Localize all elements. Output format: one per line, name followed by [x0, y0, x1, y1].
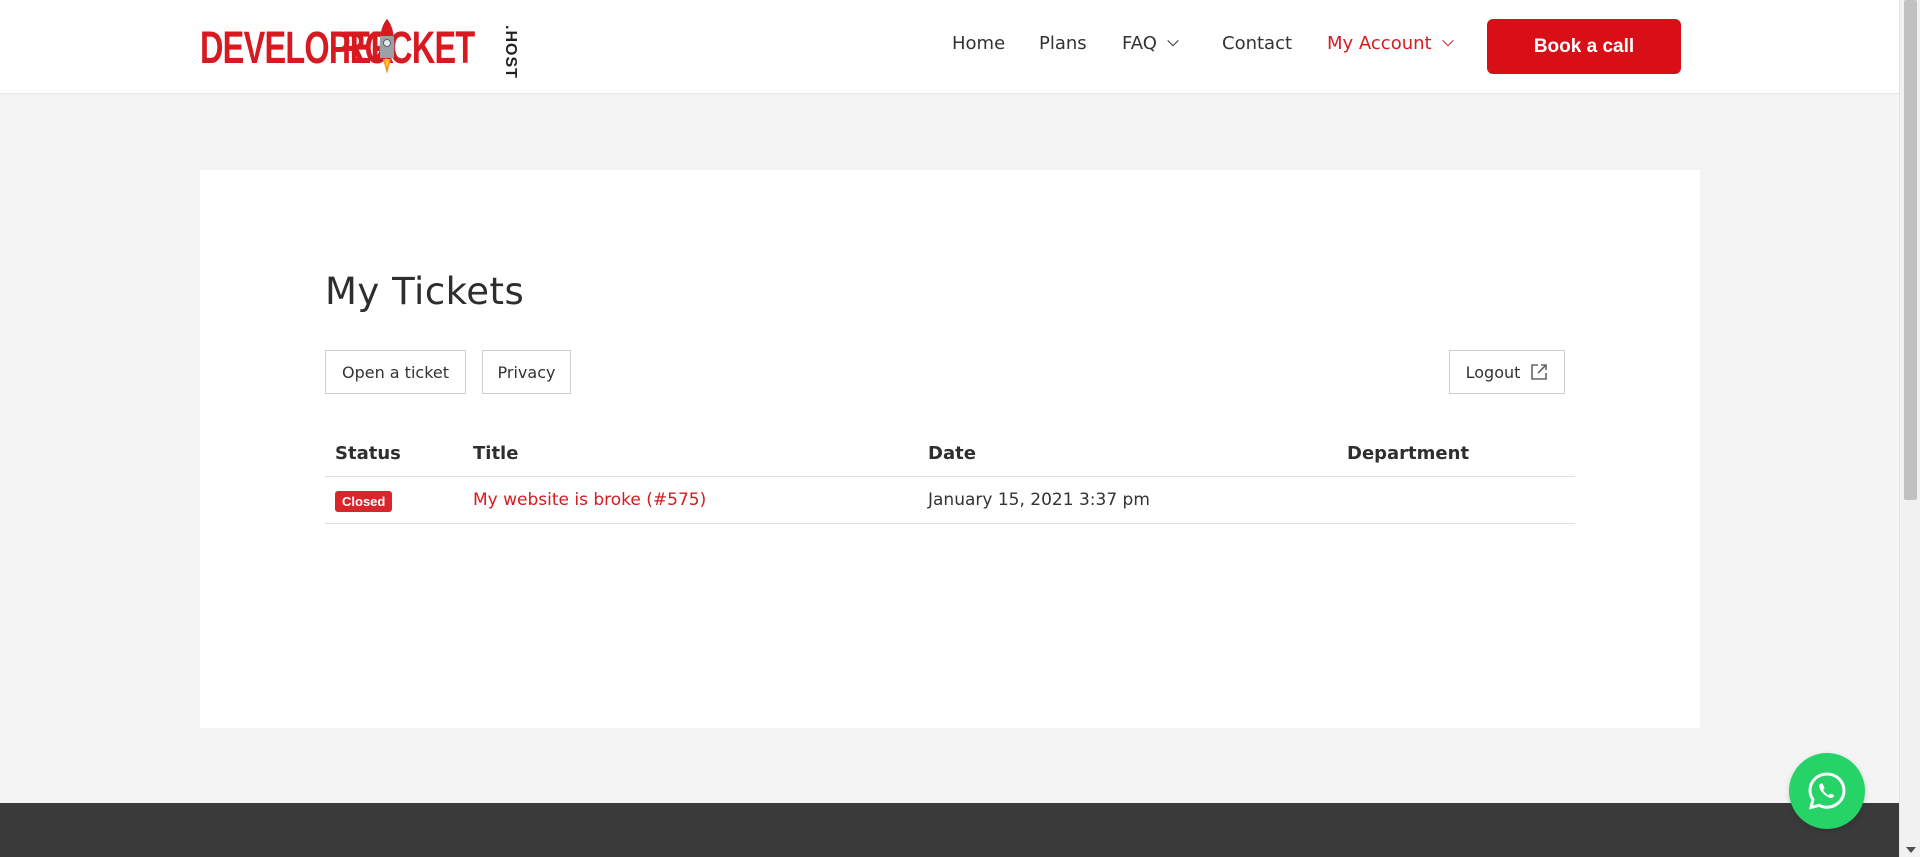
rocket-icon: [374, 19, 399, 74]
ticket-title-cell: My website is broke (#575): [473, 476, 928, 524]
logo-word-rocket: ROCKET: [341, 21, 475, 73]
site-footer: [0, 803, 1899, 857]
logo-suffix-host: .HOST: [502, 25, 519, 79]
logout-label: Logout: [1465, 362, 1521, 382]
logout-button[interactable]: Logout: [1449, 350, 1565, 394]
nav-my-account[interactable]: My Account: [1327, 33, 1454, 54]
privacy-button[interactable]: Privacy: [482, 350, 571, 394]
tickets-table: Status Title Date Department Closed My w…: [325, 420, 1575, 524]
column-header-date: Date: [928, 420, 1347, 477]
nav-home[interactable]: Home: [952, 33, 1005, 54]
book-a-call-button[interactable]: Book a call: [1487, 19, 1681, 74]
scrollbar-thumb[interactable]: [1904, 0, 1917, 500]
external-link-icon: [1531, 364, 1548, 380]
ticket-department-cell: [1347, 476, 1575, 524]
chevron-down-icon: [1441, 35, 1454, 47]
page-title: My Tickets: [325, 270, 525, 313]
open-ticket-button[interactable]: Open a ticket: [325, 350, 466, 394]
page: DEVELOPER ROCKET .HOST Home Plans FAQ Co…: [0, 0, 1920, 857]
column-header-title: Title: [473, 420, 928, 477]
status-badge: Closed: [335, 491, 393, 512]
ticket-status-cell: Closed: [325, 476, 473, 524]
site-header: DEVELOPER ROCKET .HOST Home Plans FAQ Co…: [0, 0, 1899, 94]
whatsapp-chat-button[interactable]: [1789, 753, 1865, 829]
nav-my-account-label: My Account: [1327, 33, 1432, 54]
nav-faq[interactable]: FAQ: [1122, 33, 1179, 54]
nav-faq-label: FAQ: [1122, 33, 1157, 54]
scroll-down-arrow-icon[interactable]: [1906, 847, 1916, 853]
table-row: Closed My website is broke (#575) Januar…: [325, 476, 1575, 524]
ticket-date-cell: January 15, 2021 3:37 pm: [928, 476, 1347, 524]
tickets-card: My Tickets Open a ticket Privacy Logout …: [200, 170, 1700, 728]
table-header-row: Status Title Date Department: [325, 420, 1575, 477]
column-header-status: Status: [325, 420, 473, 477]
chevron-down-icon: [1167, 35, 1179, 47]
nav-plans[interactable]: Plans: [1039, 33, 1087, 54]
site-logo[interactable]: DEVELOPER ROCKET .HOST: [200, 17, 540, 79]
page-scrollbar[interactable]: [1899, 0, 1920, 857]
ticket-title-link[interactable]: My website is broke (#575): [473, 490, 706, 510]
nav-contact[interactable]: Contact: [1222, 33, 1292, 54]
whatsapp-icon: [1808, 772, 1846, 810]
column-header-department: Department: [1347, 420, 1575, 477]
